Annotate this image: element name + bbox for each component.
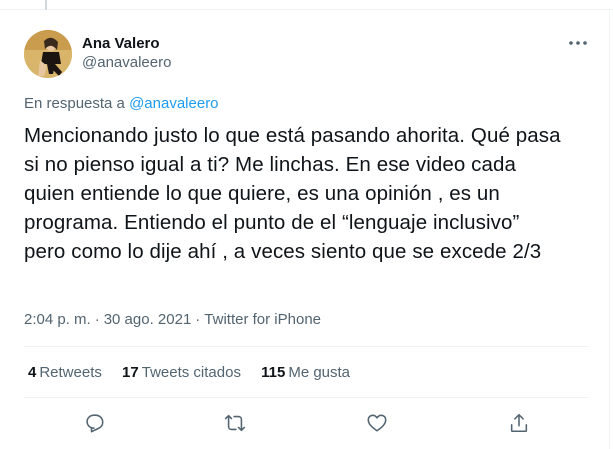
quotes-count: 17 (122, 364, 139, 381)
stats-bottom-divider (24, 397, 589, 398)
meta-separator-2: · (195, 311, 201, 328)
quotes-label: Tweets citados (141, 364, 241, 381)
retweet-button[interactable] (222, 410, 248, 436)
tweet-stats: 4 Retweets 17 Tweets citados 115 Me gusta (28, 364, 366, 381)
tweet-meta: 2:04 p. m. · 30 ago. 2021 · Twitter for iPho… (24, 311, 321, 328)
author-names: Ana Valero @anavaleero (82, 35, 171, 73)
author-handle[interactable]: @anavaleero (82, 53, 171, 73)
avatar-image (24, 30, 72, 78)
tweet-time[interactable]: 2:04 p. m. (24, 311, 91, 328)
thread-connector (45, 0, 47, 10)
likes-stat[interactable]: 115 Me gusta (261, 364, 350, 381)
retweets-label: Retweets (39, 364, 102, 381)
retweets-stat[interactable]: 4 Retweets (28, 364, 102, 381)
stats-top-divider (24, 346, 589, 347)
tweet-date[interactable]: 30 ago. 2021 (104, 311, 192, 328)
author-display-name[interactable]: Ana Valero (82, 35, 171, 53)
share-icon (510, 413, 528, 433)
likes-count: 115 (261, 364, 286, 381)
reply-icon (86, 414, 104, 433)
reply-context: En respuesta a @anavaleero (24, 95, 219, 112)
reply-mention-link[interactable]: @anavaleero (129, 95, 218, 112)
tweet-text: Mencionando justo lo que está pasando ah… (24, 124, 561, 263)
avatar[interactable] (24, 30, 72, 78)
tweet-actions (0, 410, 613, 436)
tweet-header: Ana Valero @anavaleero (24, 30, 589, 80)
share-button[interactable] (506, 410, 532, 436)
reply-prefix: En respuesta a (24, 95, 125, 112)
column-border (609, 9, 610, 449)
like-icon (367, 414, 387, 432)
reply-button[interactable] (81, 410, 107, 436)
tweet-source[interactable]: Twitter for iPhone (204, 311, 321, 328)
top-divider (0, 0, 613, 10)
more-icon[interactable] (567, 38, 589, 48)
retweets-count: 4 (28, 364, 37, 381)
retweet-icon (224, 414, 246, 432)
meta-separator: · (94, 311, 100, 328)
quotes-stat[interactable]: 17 Tweets citados (122, 364, 241, 381)
likes-label: Me gusta (288, 364, 351, 381)
like-button[interactable] (364, 410, 390, 436)
